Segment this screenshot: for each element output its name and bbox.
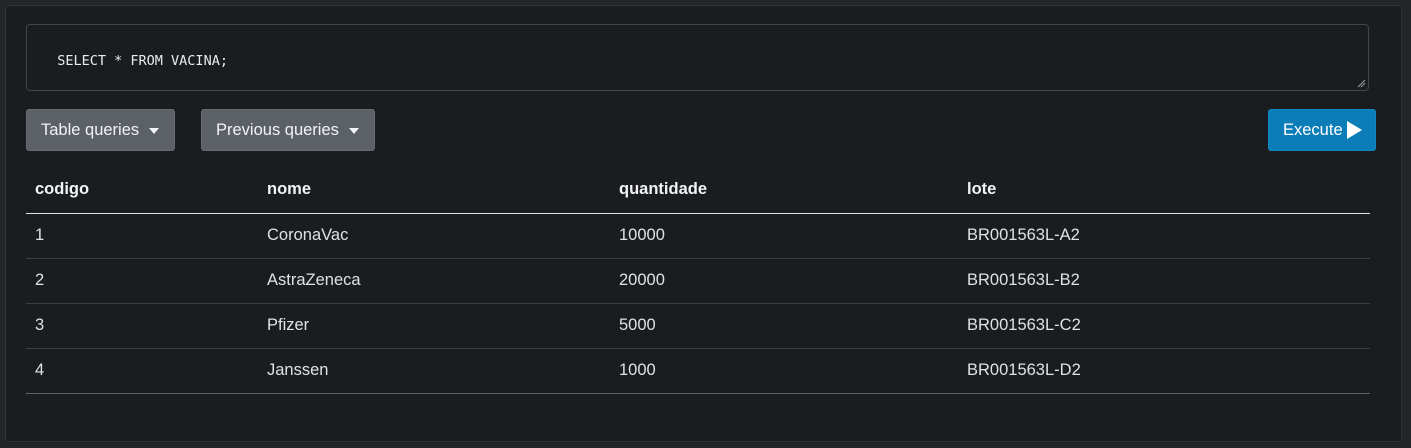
cell-codigo: 1 — [26, 213, 258, 259]
cell-nome: CoronaVac — [258, 213, 610, 259]
execute-button[interactable]: Execute — [1268, 109, 1376, 151]
table-header-row: codigo nome quantidade lote — [26, 167, 1370, 214]
results-table: codigo nome quantidade lote 1 CoronaVac … — [26, 167, 1370, 394]
cell-quantidade: 1000 — [610, 348, 958, 394]
previous-queries-dropdown-button[interactable]: Previous queries — [201, 109, 375, 151]
cell-lote: BR001563L-C2 — [958, 303, 1370, 349]
cell-lote: BR001563L-A2 — [958, 213, 1370, 259]
table-row[interactable]: 2 AstraZeneca 20000 BR001563L-B2 — [26, 258, 1370, 304]
play-icon — [1346, 121, 1362, 139]
cell-codigo: 4 — [26, 348, 258, 394]
resize-grip-icon[interactable] — [1357, 79, 1366, 88]
table-row[interactable]: 1 CoronaVac 10000 BR001563L-A2 — [26, 213, 1370, 259]
table-queries-label: Table queries — [41, 120, 140, 139]
previous-queries-label: Previous queries — [216, 120, 339, 139]
table-queries-dropdown-button[interactable]: Table queries — [26, 109, 175, 151]
cell-nome: AstraZeneca — [258, 258, 610, 304]
cell-codigo: 3 — [26, 303, 258, 349]
sql-query-textarea[interactable]: SELECT * FROM VACINA; — [26, 24, 1369, 91]
column-header-lote[interactable]: lote — [958, 167, 1370, 214]
cell-codigo: 2 — [26, 258, 258, 304]
caret-down-icon — [149, 128, 160, 134]
sql-query-text: SELECT * FROM VACINA; — [57, 53, 228, 69]
column-header-quantidade[interactable]: quantidade — [610, 167, 958, 214]
table-row[interactable]: 4 Janssen 1000 BR001563L-D2 — [26, 348, 1370, 394]
execute-label: Execute — [1283, 120, 1343, 139]
cell-nome: Pfizer — [258, 303, 610, 349]
cell-quantidade: 5000 — [610, 303, 958, 349]
table-row[interactable]: 3 Pfizer 5000 BR001563L-C2 — [26, 303, 1370, 349]
column-header-codigo[interactable]: codigo — [26, 167, 258, 214]
caret-down-icon — [348, 128, 359, 134]
column-header-nome[interactable]: nome — [258, 167, 610, 214]
cell-quantidade: 10000 — [610, 213, 958, 259]
cell-lote: BR001563L-D2 — [958, 348, 1370, 394]
cell-lote: BR001563L-B2 — [958, 258, 1370, 304]
cell-nome: Janssen — [258, 348, 610, 394]
cell-quantidade: 20000 — [610, 258, 958, 304]
